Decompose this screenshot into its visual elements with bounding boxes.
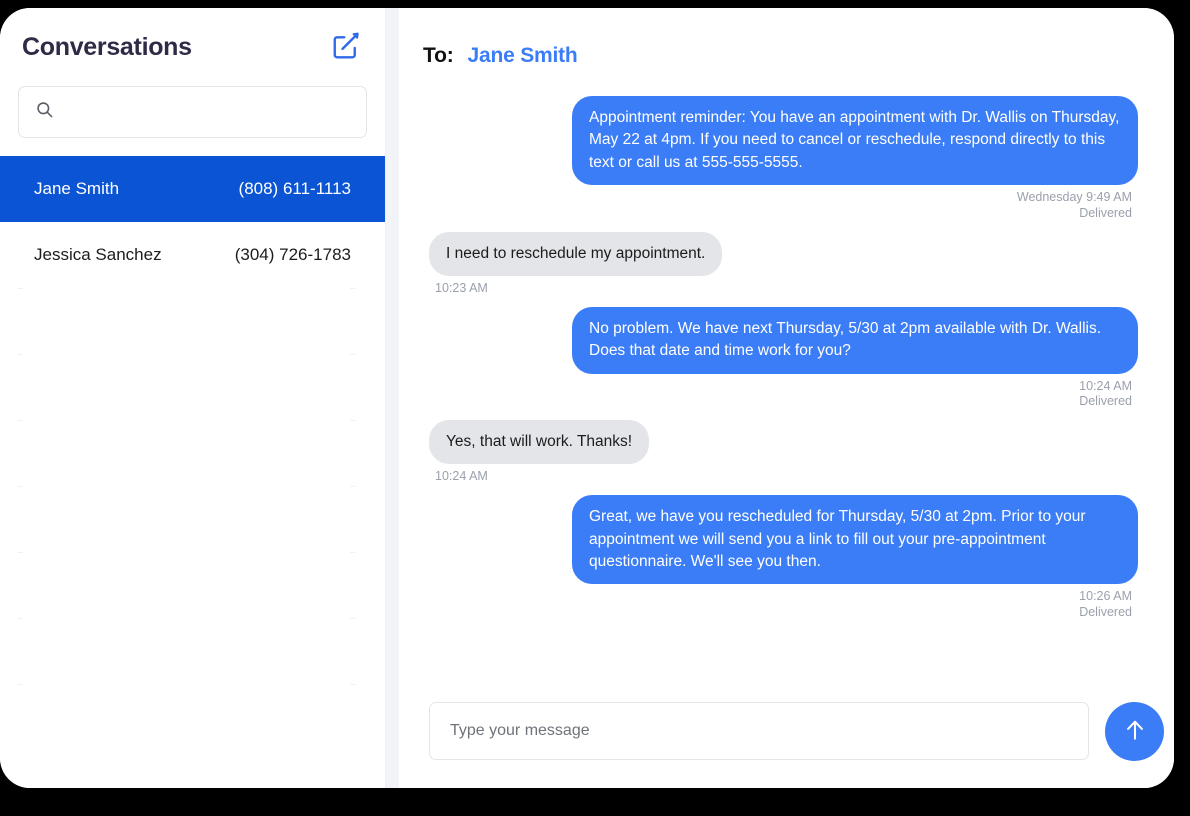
conversation-item-jane-smith[interactable]: Jane Smith (808) 611-1113 (0, 156, 385, 222)
message-timestamp: Wednesday 9:49 AM (1016, 190, 1132, 205)
conversations-sidebar: Conversations Jane Smith (808) 611-1113 … (0, 8, 386, 788)
message-status: Delivered (1079, 605, 1132, 620)
message-group: Appointment reminder: You have an appoin… (429, 96, 1138, 222)
conversation-empty-row (0, 684, 385, 750)
message-status: Delivered (1079, 394, 1132, 409)
message-meta: 10:24 AM Delivered (429, 379, 1138, 410)
message-status: Delivered (1079, 206, 1132, 221)
arrow-up-icon (1122, 717, 1148, 746)
to-label: To: (423, 44, 454, 67)
message-bubble-outgoing: Appointment reminder: You have an appoin… (572, 96, 1138, 186)
conversation-empty-row (0, 420, 385, 486)
app-screen: Conversations Jane Smith (808) 611-1113 … (0, 0, 1190, 816)
message-group: No problem. We have next Thursday, 5/30 … (429, 306, 1138, 410)
message-bubble-incoming: Yes, that will work. Thanks! (429, 419, 650, 465)
search-input[interactable] (64, 102, 350, 122)
conversation-empty-row (0, 288, 385, 354)
thread-header: To: Jane Smith (399, 8, 1174, 68)
thread-recipient-name[interactable]: Jane Smith (468, 44, 578, 68)
message-bubble-outgoing: Great, we have you rescheduled for Thurs… (572, 495, 1138, 585)
message-meta: 10:24 AM (429, 469, 1138, 485)
message-timestamp: 10:23 AM (435, 281, 488, 296)
message-meta: 10:23 AM (429, 281, 1138, 297)
conversation-item-jessica-sanchez[interactable]: Jessica Sanchez (304) 726-1783 (0, 222, 385, 288)
message-group: I need to reschedule my appointment. 10:… (429, 231, 1138, 297)
message-composer (399, 692, 1174, 788)
conversation-name: Jessica Sanchez (34, 245, 162, 264)
send-message-button[interactable] (1105, 701, 1164, 761)
message-input[interactable] (448, 721, 1070, 741)
conversation-empty-row (0, 618, 385, 684)
conversation-list: Jane Smith (808) 611-1113 Jessica Sanche… (0, 156, 385, 788)
messaging-card: Conversations Jane Smith (808) 611-1113 … (0, 8, 1174, 788)
message-group: Yes, that will work. Thanks! 10:24 AM (429, 419, 1138, 485)
message-meta: Wednesday 9:49 AM Delivered (429, 190, 1138, 221)
sidebar-header: Conversations (0, 8, 385, 64)
message-meta: 10:26 AM Delivered (429, 589, 1138, 620)
search-icon (35, 100, 54, 124)
message-thread: Appointment reminder: You have an appoin… (399, 68, 1174, 692)
conversation-empty-row (0, 552, 385, 618)
message-bubble-outgoing: No problem. We have next Thursday, 5/30 … (572, 306, 1138, 374)
page-title: Conversations (22, 32, 192, 61)
conversation-phone: (808) 611-1113 (238, 179, 351, 198)
search-box[interactable] (18, 86, 367, 138)
message-timestamp: 10:26 AM (1079, 589, 1132, 604)
message-bubble-incoming: I need to reschedule my appointment. (429, 231, 723, 277)
message-timestamp: 10:24 AM (1079, 378, 1132, 393)
compose-new-message-button[interactable] (329, 30, 363, 64)
compose-pencil-square-icon (331, 31, 361, 64)
composer-input-wrapper[interactable] (429, 702, 1089, 760)
message-group: Great, we have you rescheduled for Thurs… (429, 495, 1138, 621)
message-panel: To: Jane Smith Appointment reminder: You… (386, 8, 1174, 788)
search-area (0, 64, 385, 138)
conversation-phone: (304) 726-1783 (234, 245, 351, 264)
message-timestamp: 10:24 AM (435, 469, 488, 484)
conversation-name: Jane Smith (34, 179, 120, 198)
conversation-empty-row (0, 354, 385, 420)
conversation-empty-row (0, 486, 385, 552)
